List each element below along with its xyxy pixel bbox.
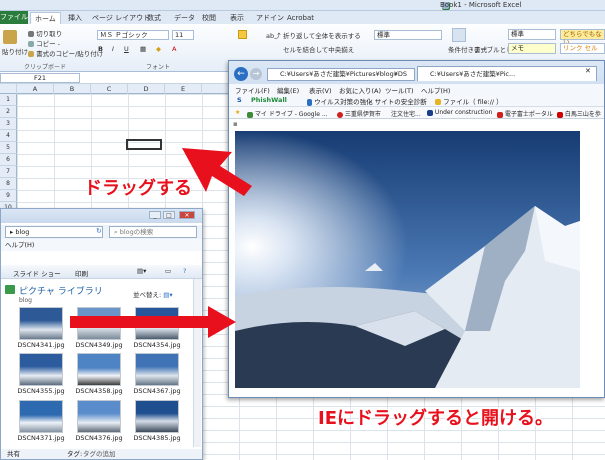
annotation-arrows <box>70 148 252 338</box>
arrow-to-excel <box>182 148 252 196</box>
result-annotation: IEにドラッグすると開ける。 <box>318 408 553 429</box>
drag-annotation: ドラッグする <box>84 178 192 199</box>
arrow-to-ie <box>70 306 236 338</box>
